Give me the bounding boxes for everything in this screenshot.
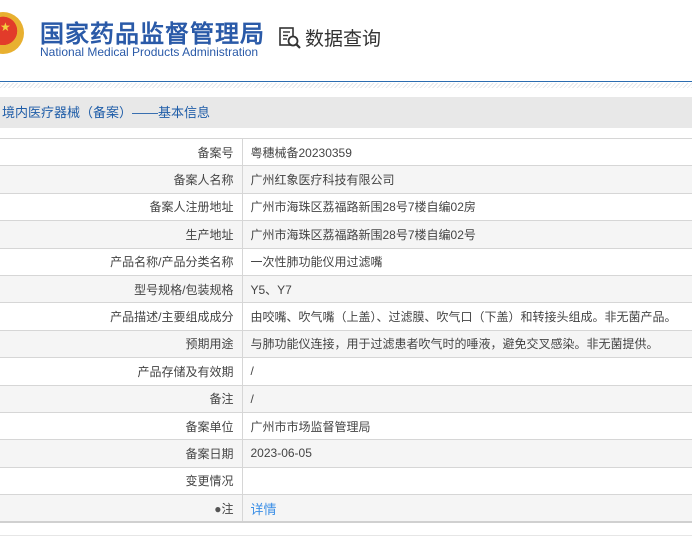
table-row: 备案人名称 广州红象医疗科技有限公司 — [0, 165, 692, 194]
field-label: 产品名称/产品分类名称 — [0, 247, 243, 276]
table-row: 预期用途 与肺功能仪连接，用于过滤患者吹气时的唾液，避免交叉感染。非无菌提供。 — [0, 329, 692, 358]
table-row: 产品描述/主要组成成分 由咬嘴、吹气嘴（上盖）、过滤膜、吹气口（下盖）和转接头组成… — [0, 302, 692, 331]
table-row: 备案号 粤穗械备20230359 — [0, 137, 692, 166]
footer-divider — [0, 535, 692, 536]
section-title: 境内医疗器械（备案）——基本信息 — [0, 97, 692, 128]
field-value: 一次性肺功能仪用过滤嘴 — [242, 247, 692, 276]
field-value: / — [242, 384, 692, 413]
field-label: ●注 — [0, 494, 243, 523]
data-query-label: 数据查询 — [305, 29, 382, 50]
field-value: 由咬嘴、吹气嘴（上盖）、过滤膜、吹气口（下盖）和转接头组成。非无菌产品。 — [242, 302, 692, 331]
field-label: 型号规格/包装规格 — [0, 274, 243, 303]
document-search-icon — [279, 26, 301, 49]
field-value: 广州红象医疗科技有限公司 — [242, 165, 692, 194]
table-row: 备案人注册地址 广州市海珠区荔福路新围28号7楼自编02房 — [0, 192, 692, 221]
field-value: 广州市海珠区荔福路新围28号7楼自编02房 — [242, 192, 692, 221]
field-label: 预期用途 — [0, 329, 243, 358]
field-label: 备案人名称 — [0, 165, 243, 194]
table-row: 产品存储及有效期 / — [0, 357, 692, 386]
table-row: 备案日期 2023-06-05 — [0, 439, 692, 468]
table-row: 备案单位 广州市市场监督管理局 — [0, 411, 692, 440]
table-row: ●注 详情 — [0, 494, 692, 523]
field-label: 备案日期 — [0, 439, 243, 468]
field-value: 2023-06-05 — [242, 439, 692, 468]
table-row: 变更情况 — [0, 466, 692, 495]
data-query-link[interactable]: 数据查询 — [278, 24, 381, 51]
table-row: 生产地址 广州市海珠区荔福路新围28号7楼自编02号 — [0, 220, 692, 249]
field-label: 备案单位 — [0, 411, 243, 440]
field-label: 备案号 — [0, 137, 243, 166]
details-link[interactable]: 详情 — [251, 502, 277, 517]
table-row: 产品名称/产品分类名称 一次性肺功能仪用过滤嘴 — [0, 247, 692, 276]
field-value: 详情 — [242, 494, 692, 523]
field-value: 与肺功能仪连接，用于过滤患者吹气时的唾液，避免交叉感染。非无菌提供。 — [242, 329, 692, 358]
field-value: 广州市市场监督管理局 — [242, 411, 692, 440]
table-row: 型号规格/包装规格 Y5、Y7 — [0, 274, 692, 303]
site-header: 国家药品监督管理局 National Medical Products Admi… — [0, 0, 692, 82]
field-value: 粤穗械备20230359 — [242, 137, 692, 166]
field-value: Y5、Y7 — [242, 274, 692, 303]
field-label: 产品描述/主要组成成分 — [0, 302, 243, 331]
field-label: 生产地址 — [0, 220, 243, 249]
info-table: 备案号 粤穗械备20230359 备案人名称 广州红象医疗科技有限公司 备案人注册地址广… — [0, 137, 692, 523]
field-label: 备案人注册地址 — [0, 192, 243, 221]
field-label: 备注 — [0, 384, 243, 413]
field-value — [242, 466, 692, 495]
header-divider — [0, 83, 692, 88]
site-subtitle: National Medical Products Administration — [40, 45, 259, 59]
table-row: 备注 / — [0, 384, 692, 413]
field-label: 变更情况 — [0, 466, 243, 495]
field-value: 广州市海珠区荔福路新围28号7楼自编02号 — [242, 220, 692, 249]
site-title: 国家药品监督管理局 — [40, 21, 265, 48]
national-emblem-logo — [0, 12, 24, 54]
field-label: 产品存储及有效期 — [0, 357, 243, 386]
field-value: / — [242, 357, 692, 386]
